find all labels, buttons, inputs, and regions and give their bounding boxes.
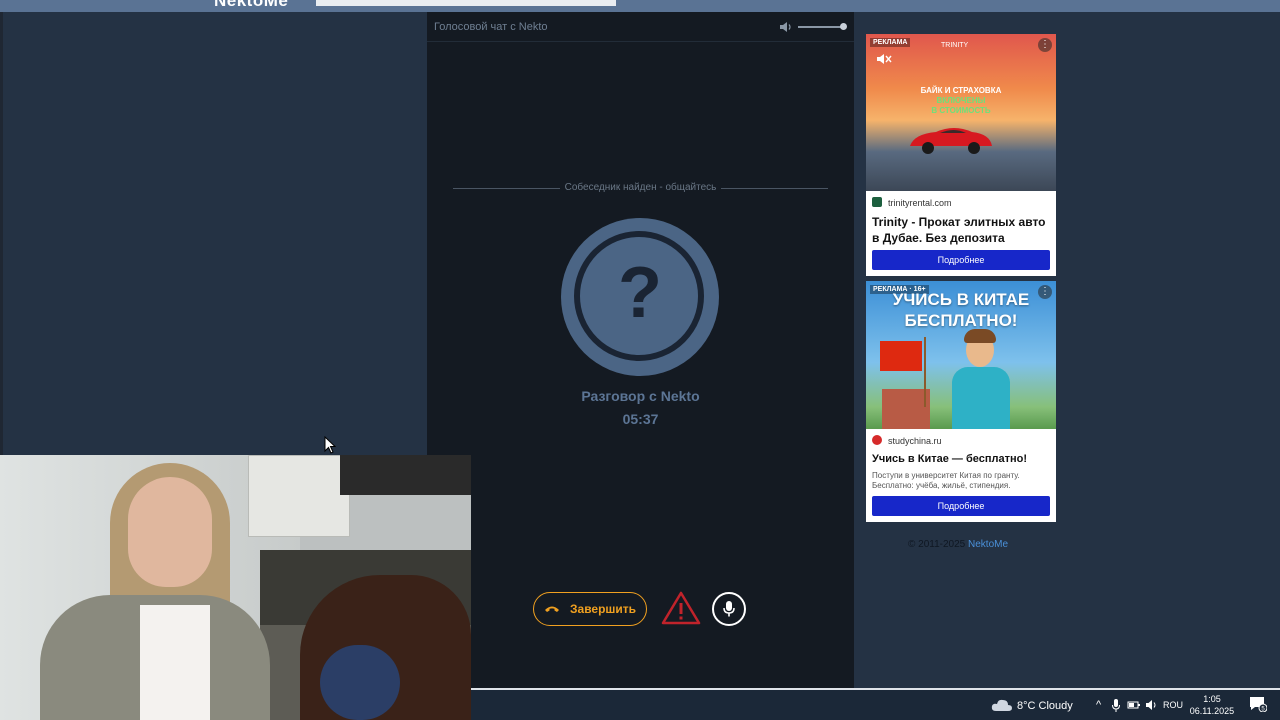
- microphone-icon: [723, 601, 735, 617]
- top-bar: NektoMe: [0, 0, 1280, 12]
- student-illustration: [952, 367, 1010, 429]
- volume-slider-knob[interactable]: [840, 23, 847, 30]
- ad-headline-line: УЧИСЬ В КИТАЕ: [892, 290, 1030, 309]
- webcam-dog-detail: [320, 645, 400, 720]
- favicon-icon: [872, 435, 882, 445]
- ad-domain[interactable]: studychina.ru: [872, 435, 942, 446]
- webcam-hood: [340, 455, 471, 495]
- end-call-button[interactable]: Завершить: [533, 592, 647, 626]
- ad-menu-icon[interactable]: ⋮: [1038, 38, 1052, 52]
- footer-link[interactable]: NektoMe: [968, 539, 1008, 550]
- microphone-tray-icon[interactable]: [1112, 699, 1120, 712]
- clock[interactable]: 1:05 06.11.2025: [1189, 693, 1235, 717]
- flag-pole: [924, 337, 926, 407]
- building-illustration: [882, 389, 930, 429]
- ad-studychina[interactable]: РЕКЛАМА · 16+ ⋮ УЧИСЬ В КИТАЕ БЕСПЛАТНО!…: [866, 281, 1056, 522]
- ad-more-button[interactable]: Подробнее: [872, 250, 1050, 270]
- microphone-button[interactable]: [712, 592, 746, 626]
- footer-copyright: © 2011-2025 NektoMe: [908, 539, 1008, 550]
- partner-avatar: ?: [561, 218, 719, 376]
- language-indicator[interactable]: ROU: [1163, 700, 1183, 710]
- battery-icon[interactable]: [1127, 699, 1141, 711]
- voice-chat-panel: Голосовой чат с Nekto Собеседник найден …: [427, 12, 854, 688]
- volume-tray-icon[interactable]: [1145, 699, 1159, 711]
- car-image: [910, 128, 992, 154]
- ad-slogan-line: В СТОИМОСТЬ: [931, 106, 991, 115]
- question-mark-icon: ?: [618, 253, 662, 333]
- ad-more-button[interactable]: Подробнее: [872, 496, 1050, 516]
- ad-description: Поступи в университет Китая по гранту. Б…: [872, 471, 1020, 490]
- end-call-label: Завершить: [570, 602, 637, 616]
- ad-trinity[interactable]: РЕКЛАМА ⋮ TRINITY БАЙК И СТРАХОВКА ВКЛЮЧ…: [866, 34, 1056, 276]
- status-text: Собеседник найден - общайтесь: [559, 182, 722, 193]
- ad-headline: УЧИСЬ В КИТАЕ БЕСПЛАТНО!: [866, 289, 1056, 331]
- clock-date: 06.11.2025: [1189, 706, 1235, 716]
- webcam-person-shirt: [140, 605, 210, 720]
- ad-title[interactable]: Учись в Китае — бесплатно!: [872, 451, 1052, 467]
- left-background: [3, 12, 427, 455]
- ad-domain-text: studychina.ru: [888, 436, 942, 446]
- cloud-icon[interactable]: [991, 698, 1013, 712]
- ad-image[interactable]: РЕКЛАМА · 16+ ⋮ УЧИСЬ В КИТАЕ БЕСПЛАТНО!: [866, 281, 1056, 429]
- ad-image[interactable]: РЕКЛАМА ⋮ TRINITY БАЙК И СТРАХОВКА ВКЛЮЧ…: [866, 34, 1056, 191]
- warning-icon[interactable]: [661, 590, 701, 626]
- ad-domain[interactable]: trinityrental.com: [872, 197, 952, 208]
- ad-slogan-line: ВКЛЮЧЕНЫ: [936, 96, 986, 105]
- student-hair: [964, 329, 996, 343]
- taskbar: 8°C Cloudy ^ ROU 1:05 06.11.2025 5: [471, 688, 1280, 720]
- mouse-cursor-icon: [324, 436, 336, 454]
- favicon-icon: [872, 197, 882, 207]
- chat-header: Голосовой чат с Nekto: [427, 12, 854, 42]
- volume-slider[interactable]: [798, 26, 846, 28]
- copyright-text: © 2011-2025: [908, 539, 966, 550]
- site-logo[interactable]: NektoMe: [214, 0, 288, 11]
- speaker-icon[interactable]: [779, 20, 793, 34]
- ad-brand-logo: TRINITY: [941, 42, 969, 49]
- phone-hangup-icon: [545, 606, 559, 612]
- weather-text[interactable]: 8°C Cloudy: [1017, 700, 1073, 712]
- ad-slogan-line: БАЙК И СТРАХОВКА: [920, 86, 1002, 95]
- chat-title: Голосовой чат с Nekto: [434, 21, 548, 33]
- ad-domain-text: trinityrental.com: [888, 198, 952, 208]
- ad-badge: РЕКЛАМА: [870, 38, 911, 47]
- partner-name: Разговор с Nekto: [581, 388, 700, 404]
- webcam-person-face: [128, 477, 212, 587]
- webcam-overlay: [0, 455, 471, 720]
- ad-title[interactable]: Trinity - Прокат элитных авто в Дубае. Б…: [872, 214, 1052, 246]
- status-divider: Собеседник найден - общайтесь: [453, 182, 828, 194]
- webcam-cabinet: [248, 455, 350, 537]
- top-search-bar[interactable]: [316, 0, 616, 6]
- china-flag-illustration: [880, 341, 922, 371]
- call-timer: 05:37: [622, 411, 659, 427]
- mute-icon[interactable]: [876, 52, 892, 66]
- chevron-up-icon[interactable]: ^: [1096, 699, 1101, 711]
- ad-headline-line: БЕСПЛАТНО!: [904, 311, 1018, 330]
- notification-icon[interactable]: 5: [1249, 696, 1267, 712]
- ad-slogan: БАЙК И СТРАХОВКА ВКЛЮЧЕНЫ В СТОИМОСТЬ: [906, 86, 1016, 116]
- clock-time: 1:05: [1203, 694, 1221, 704]
